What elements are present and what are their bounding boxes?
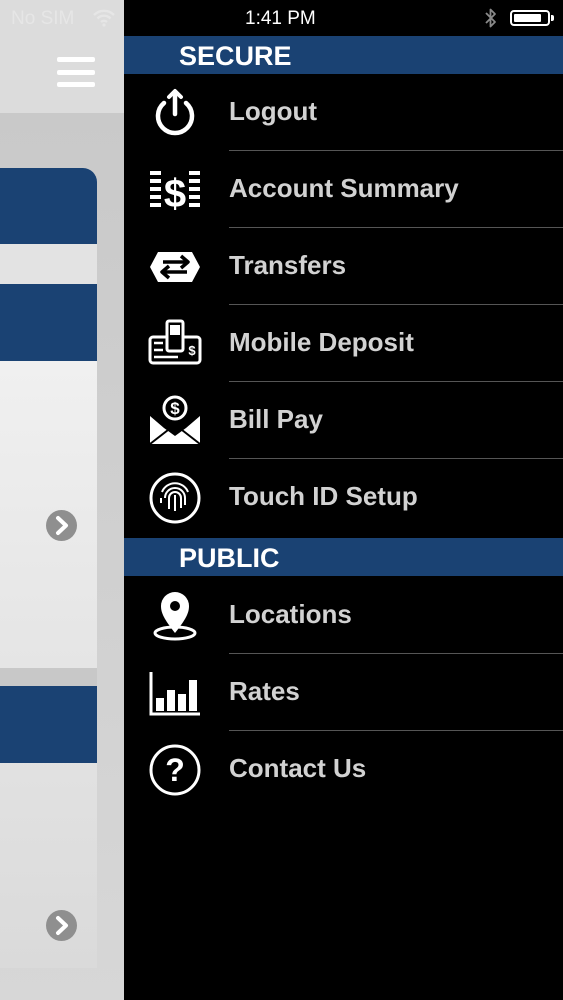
wifi-icon	[93, 9, 115, 27]
location-pin-icon	[153, 592, 197, 641]
menu-item-logout[interactable]: Logout	[124, 74, 563, 151]
chevron-right-icon[interactable]	[46, 510, 77, 541]
menu-item-locations[interactable]: Locations	[124, 577, 563, 654]
transfer-arrows-icon	[150, 252, 200, 282]
card-section-bar	[0, 686, 97, 763]
power-icon	[155, 89, 195, 136]
menu-item-rates[interactable]: Rates	[124, 654, 563, 731]
menu-item-contact-us[interactable]: ? Contact Us	[124, 731, 563, 808]
check-deposit-icon: $	[148, 319, 202, 365]
svg-text:$: $	[170, 399, 180, 418]
section-header-secure: SECURE	[124, 36, 563, 74]
status-bar: No SIM 1:41 PM	[0, 0, 563, 36]
main-content-card	[0, 168, 97, 968]
menu-item-bill-pay[interactable]: $ Bill Pay	[124, 382, 563, 459]
card-section-bar	[0, 284, 97, 361]
fingerprint-icon	[149, 472, 201, 524]
main-content-background	[0, 0, 124, 1000]
dollar-list-icon: $	[150, 171, 200, 216]
hamburger-menu-icon[interactable]	[57, 57, 95, 87]
card-header-bar	[0, 168, 97, 244]
envelope-dollar-icon: $	[149, 395, 201, 445]
svg-text:$: $	[164, 172, 186, 216]
section-header-public: PUBLIC	[124, 538, 563, 576]
question-mark-icon: ?	[149, 744, 201, 796]
menu-item-touch-id-setup[interactable]: Touch ID Setup	[124, 459, 563, 536]
status-time: 1:41 PM	[245, 8, 316, 29]
side-menu-drawer: SECURE Logout $ Account Summary Transfer…	[124, 36, 563, 1000]
svg-text:?: ?	[165, 752, 185, 788]
svg-text:$: $	[188, 343, 196, 358]
battery-icon	[510, 10, 554, 26]
menu-item-mobile-deposit[interactable]: $ Mobile Deposit	[124, 305, 563, 382]
menu-item-account-summary[interactable]: $ Account Summary	[124, 151, 563, 228]
bluetooth-icon	[485, 8, 496, 28]
chevron-right-icon[interactable]	[46, 910, 77, 941]
bar-chart-icon	[149, 672, 200, 716]
carrier-label: No SIM	[11, 8, 75, 29]
menu-item-transfers[interactable]: Transfers	[124, 228, 563, 305]
